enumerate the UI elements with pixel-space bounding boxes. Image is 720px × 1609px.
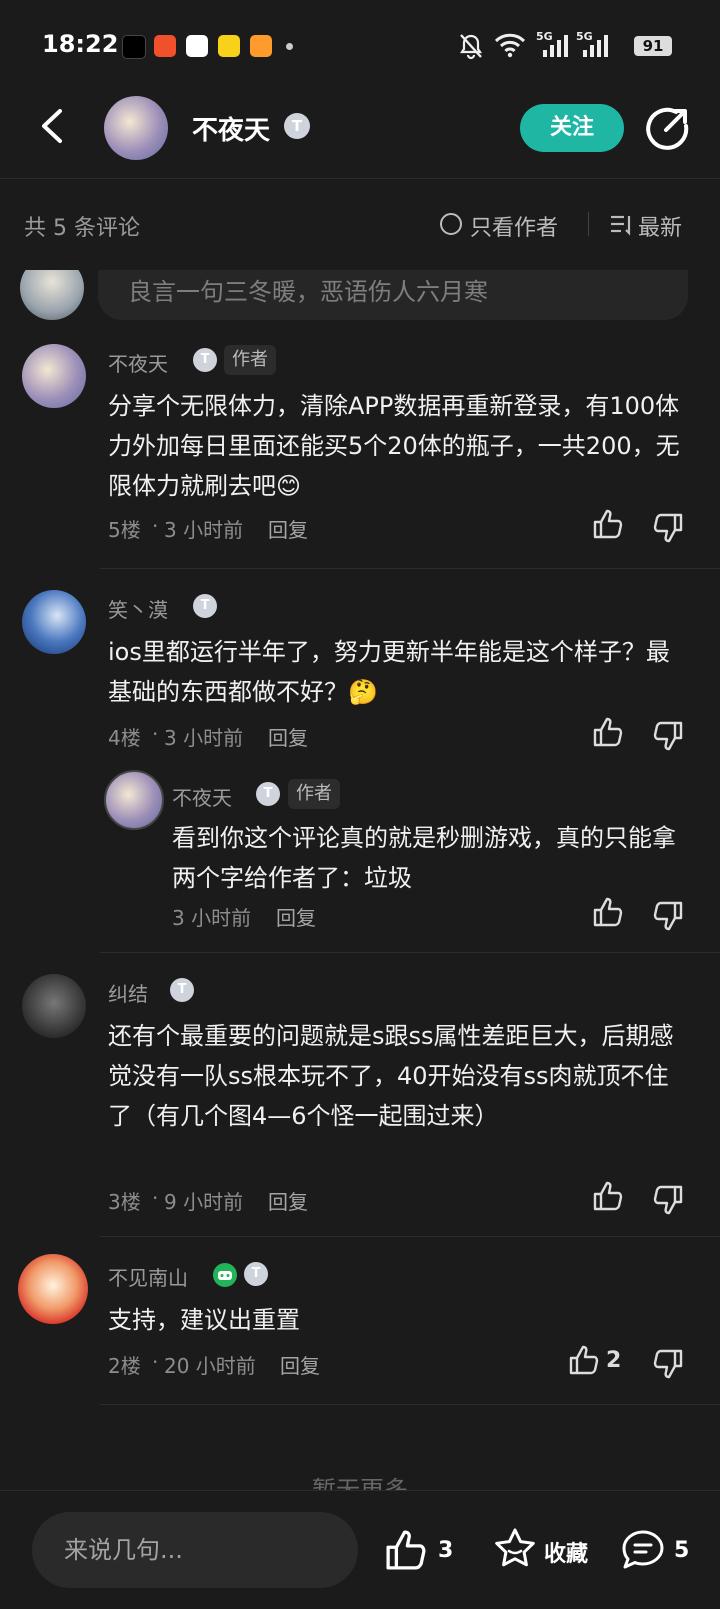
- comment-author-name[interactable]: 不见南山: [108, 1262, 188, 1291]
- wifi-icon: [494, 33, 526, 58]
- dislike-icon[interactable]: [652, 900, 684, 932]
- reply-avatar[interactable]: [104, 770, 164, 830]
- header: 不夜天 T 关注: [0, 92, 720, 176]
- comment-divider: [100, 952, 720, 953]
- header-user-name[interactable]: 不夜天: [192, 110, 270, 147]
- video-app-icon: [154, 35, 176, 57]
- bottom-like-count: 3: [438, 1538, 454, 1563]
- like-icon[interactable]: [592, 896, 624, 928]
- comment-author-name[interactable]: 不夜天: [108, 348, 168, 377]
- comment-count-label: 共 5 条评论: [24, 216, 140, 241]
- comment-floor: 2楼: [108, 1354, 141, 1378]
- only-author-toggle[interactable]: 只看作者: [470, 210, 558, 242]
- chat-app-icon: [186, 35, 208, 57]
- comment-time: 3 小时前: [164, 518, 244, 542]
- author-tag: 作者: [288, 779, 340, 809]
- comment-avatar[interactable]: [22, 344, 86, 408]
- level-badge-icon: T: [244, 1262, 268, 1286]
- share-icon[interactable]: [646, 106, 690, 150]
- level-badge-icon: T: [256, 782, 280, 806]
- reply-button[interactable]: 回复: [280, 1350, 320, 1379]
- reply-author-name[interactable]: 不夜天: [172, 782, 232, 811]
- comment-floor: 5楼: [108, 518, 141, 542]
- like-icon[interactable]: [384, 1528, 428, 1572]
- comment-bubble-icon[interactable]: [620, 1528, 666, 1572]
- signal-icon: [543, 35, 568, 57]
- comment-item: 笑丶漠 T ios里都运行半年了，努力更新半年能是这个样子？最基础的东西都做不好…: [0, 576, 720, 751]
- comment-item: 不见南山 T 支持，建议出重置 2楼 · 20 小时前 回复 2: [0, 1244, 720, 1404]
- mute-bell-icon: [459, 34, 483, 60]
- more-notifications-dot: [286, 43, 293, 50]
- like-count: 2: [606, 1348, 622, 1373]
- signal-icon-2: [583, 35, 608, 57]
- sort-icon[interactable]: [610, 214, 634, 236]
- comment-item: 不夜天 T 作者 分享个无限体力，清除APP数据再重新登录，有100体力外加每日…: [0, 330, 720, 570]
- comment-input[interactable]: 来说几句...: [32, 1512, 358, 1588]
- back-arrow-icon[interactable]: [38, 108, 66, 144]
- comment-floor: 3楼: [108, 1190, 141, 1214]
- like-icon[interactable]: [592, 1180, 624, 1212]
- dislike-icon[interactable]: [652, 512, 684, 544]
- comment-divider: [100, 1404, 720, 1405]
- meituan-icon: [218, 35, 240, 57]
- battery-indicator: 91: [634, 36, 672, 56]
- prev-comment-row: 良言一句三冬暖，恶语伤人六月寒: [0, 270, 720, 324]
- status-time: 18:22: [42, 30, 119, 58]
- comment-divider: [100, 1236, 720, 1237]
- author-tag: 作者: [224, 345, 276, 375]
- comment-text: 支持，建议出重置: [108, 1306, 300, 1334]
- follow-button[interactable]: 关注: [520, 104, 624, 152]
- comment-divider: [100, 568, 720, 569]
- status-bar: 18:22 5G 5G 91: [0, 0, 720, 92]
- comment-text: 分享个无限体力，清除APP数据再重新登录，有100体力外加每日里面还能买5个20…: [108, 392, 680, 500]
- reply-button[interactable]: 回复: [276, 902, 316, 931]
- like-icon[interactable]: [568, 1344, 600, 1376]
- reply-button[interactable]: 回复: [268, 514, 308, 543]
- radio-circle-icon[interactable]: [440, 213, 462, 235]
- level-badge-icon: T: [284, 113, 310, 139]
- sort-label[interactable]: 最新: [638, 210, 682, 242]
- like-icon[interactable]: [592, 508, 624, 540]
- toolbar-divider: [588, 212, 589, 236]
- comment-time: 3 小时前: [164, 726, 244, 750]
- player-app-icon: [250, 35, 272, 57]
- star-favorite-icon[interactable]: [492, 1526, 538, 1572]
- dislike-icon[interactable]: [652, 1348, 684, 1380]
- tiktok-icon: [122, 35, 146, 59]
- comment-text: ios里都运行半年了，努力更新半年能是这个样子？最基础的东西都做不好？🤔: [108, 638, 670, 706]
- reply-time: 3 小时前: [172, 906, 252, 930]
- comment-item: 纠结 T 还有个最重要的问题就是s跟ss属性差距巨大，后期感觉没有一队ss根本玩…: [0, 960, 720, 1215]
- reply-button[interactable]: 回复: [268, 722, 308, 751]
- comment-time: 20 小时前: [164, 1354, 256, 1378]
- favorite-label[interactable]: 收藏: [544, 1536, 588, 1568]
- comment-time: 9 小时前: [164, 1190, 244, 1214]
- game-controller-badge-icon: [213, 1263, 237, 1287]
- comment-avatar[interactable]: [18, 1254, 88, 1324]
- like-icon[interactable]: [592, 716, 624, 748]
- header-avatar[interactable]: [104, 96, 168, 160]
- level-badge-icon: T: [193, 594, 217, 618]
- prev-comment-text: 良言一句三冬暖，恶语伤人六月寒: [128, 278, 488, 306]
- reply-button[interactable]: 回复: [268, 1186, 308, 1215]
- level-badge-icon: T: [193, 348, 217, 372]
- comment-avatar[interactable]: [22, 974, 86, 1038]
- dislike-icon[interactable]: [652, 720, 684, 752]
- header-divider: [0, 178, 720, 179]
- level-badge-icon: T: [170, 978, 194, 1002]
- comment-floor: 4楼: [108, 726, 141, 750]
- dislike-icon[interactable]: [652, 1184, 684, 1216]
- comment-avatar[interactable]: [22, 590, 86, 654]
- bottom-comment-count: 5: [674, 1538, 690, 1563]
- reply-item: 不夜天 T 作者 看到你这个评论真的就是秒删游戏，真的只能拿两个字给作者了：垃圾…: [0, 762, 720, 934]
- comments-toolbar: 共 5 条评论 只看作者 最新: [0, 194, 720, 254]
- comment-author-name[interactable]: 纠结: [108, 978, 148, 1007]
- comment-author-name[interactable]: 笑丶漠: [108, 594, 168, 623]
- prev-comment-avatar[interactable]: [20, 270, 84, 320]
- reply-text: 看到你这个评论真的就是秒删游戏，真的只能拿两个字给作者了：垃圾: [172, 824, 676, 892]
- comment-text: 还有个最重要的问题就是s跟ss属性差距巨大，后期感觉没有一队ss根本玩不了，40…: [108, 1022, 674, 1130]
